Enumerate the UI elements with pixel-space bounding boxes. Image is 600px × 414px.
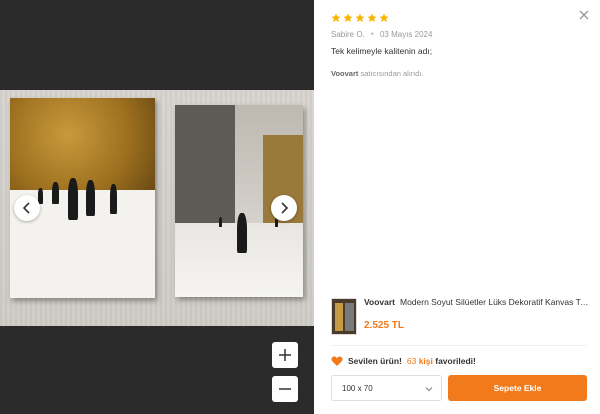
star-icon <box>355 13 365 22</box>
image-viewer <box>0 0 314 414</box>
review-gallery-modal: Sabire O. • 03 Mayıs 2024 Tek kelimeyle … <box>0 0 600 414</box>
seller-name[interactable]: Voovart <box>331 69 358 78</box>
chevron-left-icon <box>22 202 30 214</box>
size-select-value: 100 x 70 <box>342 383 373 393</box>
favorites-count: 63 <box>406 356 417 366</box>
previous-image-button[interactable] <box>14 195 40 221</box>
review-text: Tek kelimeyle kalitenin adı; <box>331 46 433 56</box>
next-image-button[interactable] <box>271 195 297 221</box>
chevron-down-icon <box>425 387 433 392</box>
divider <box>331 345 587 346</box>
favorites-count-suffix: kişi <box>418 356 433 366</box>
minus-icon <box>279 388 291 390</box>
review-meta: Sabire O. • 03 Mayıs 2024 <box>331 29 432 39</box>
star-icon <box>343 13 353 22</box>
product-price: 2.525 TL <box>364 320 405 331</box>
review-photo <box>0 90 314 326</box>
size-select[interactable]: 100 x 70 <box>331 375 442 401</box>
review-date: 03 Mayıs 2024 <box>379 29 433 39</box>
product-brand: Voovart <box>364 297 396 307</box>
product-name[interactable]: Modern Soyut Silüetler Lüks Dekoratif Ka… <box>400 297 593 307</box>
star-icon <box>331 13 341 22</box>
rating-stars <box>331 13 389 23</box>
favorites-banner: Sevilen ürün! 63 kişi favoriledi! <box>331 355 476 367</box>
star-icon <box>379 13 389 22</box>
seller-suffix: satıcısından alındı. <box>360 69 424 78</box>
zoom-in-button[interactable] <box>272 342 298 368</box>
review-author: Sabire O. <box>331 29 365 39</box>
add-to-cart-button[interactable]: Sepete Ekle <box>448 375 587 401</box>
close-icon[interactable] <box>578 9 590 21</box>
product-thumbnail[interactable] <box>331 298 357 335</box>
favorites-tail: favoriledi! <box>435 356 476 366</box>
meta-separator: • <box>370 29 374 39</box>
heart-icon <box>331 356 343 366</box>
seller-info: Voovart satıcısından alındı. <box>331 69 423 78</box>
zoom-out-button[interactable] <box>272 376 298 402</box>
star-icon <box>367 13 377 22</box>
favorites-label: Sevilen ürün! <box>348 356 402 366</box>
review-panel: Sabire O. • 03 Mayıs 2024 Tek kelimeyle … <box>314 0 600 414</box>
product-summary[interactable]: Voovart Modern Soyut Silüetler Lüks Deko… <box>331 296 593 338</box>
plus-icon <box>279 349 291 361</box>
chevron-right-icon <box>281 202 289 214</box>
